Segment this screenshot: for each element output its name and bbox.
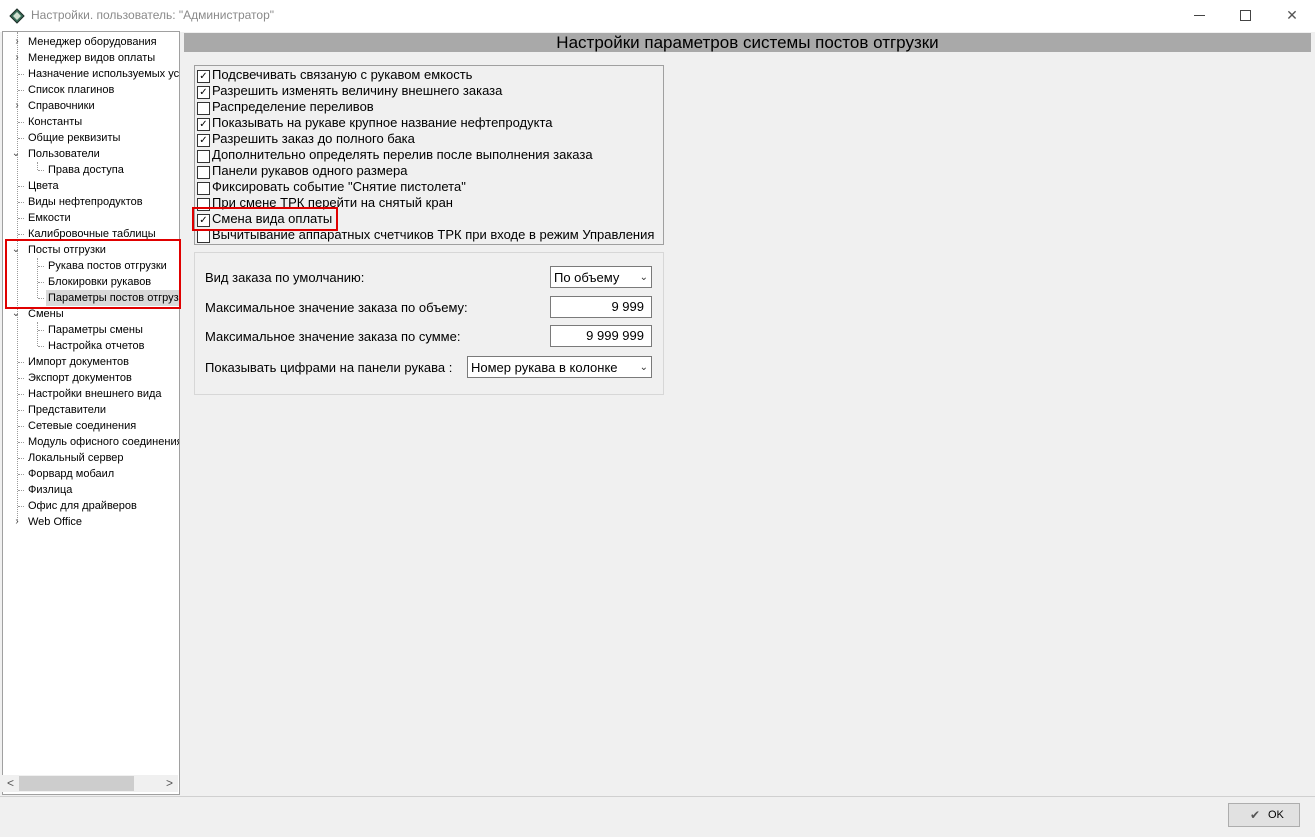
tree-item-import-documents[interactable]: Импорт документов [3,354,177,370]
checkbox[interactable] [197,102,210,115]
tree-item-appearance[interactable]: Настройки внешнего вида [3,386,177,402]
chevron-down-icon: ⌄ [639,362,648,373]
tree-item-fuel-types[interactable]: Виды нефтепродуктов [3,194,177,210]
checkmark-icon: ✔ [1250,808,1261,822]
scroll-left-icon[interactable]: < [2,775,19,792]
tree-item-local-server[interactable]: Локальный сервер [3,450,177,466]
max-volume-field[interactable]: 9 999 [550,296,652,318]
chevron-right-icon[interactable]: › [12,34,22,50]
max-volume-label: Максимальное значение заказа по объему: [205,300,468,315]
tree-item-device-assignment[interactable]: Назначение используемых уст [3,66,179,82]
checkbox[interactable] [197,118,210,131]
settings-tree[interactable]: › Менеджер оборудования › Менеджер видов… [2,31,180,795]
chevron-right-icon[interactable]: › [12,514,22,530]
tree-item-users[interactable]: ⌄ Пользователи [3,146,177,162]
tree-item-shift-parameters[interactable]: Параметры смены [3,322,177,338]
tree-item-individuals[interactable]: Физлица [3,482,177,498]
tree-item-access-rights[interactable]: Права доступа [3,162,177,178]
chevron-right-icon[interactable]: › [12,50,22,66]
maximize-button[interactable] [1223,0,1269,31]
app-icon [9,8,25,24]
checkbox[interactable] [197,134,210,147]
tree-item-tanks[interactable]: Емкости [3,210,177,226]
scrollbar-thumb[interactable] [19,776,134,791]
ok-button[interactable]: ✔ OK [1228,803,1300,827]
tree-item-forward-mobile[interactable]: Форвард мобаил [3,466,177,482]
chevron-down-icon[interactable]: ⌄ [11,146,21,162]
tree-item-export-documents[interactable]: Экспорт документов [3,370,177,386]
checkbox[interactable] [197,166,210,179]
page-title: Настройки параметров системы постов отгр… [184,33,1311,52]
max-sum-label: Максимальное значение заказа по сумме: [205,329,461,344]
panel-digits-select[interactable]: Номер рукава в колонке ⌄ [467,356,652,378]
minimize-button[interactable] [1177,0,1223,31]
tree-item-report-settings[interactable]: Настройка отчетов [3,338,177,354]
title-bar: Настройки. пользователь: "Администратор"… [0,0,1315,32]
tree-item-plugins[interactable]: Список плагинов [3,82,177,98]
checkbox[interactable] [197,230,210,243]
checkbox[interactable] [197,86,210,99]
tree-item-web-office[interactable]: › Web Office [3,514,177,530]
maximize-icon [1240,10,1251,21]
close-button[interactable]: ✕ [1269,0,1315,31]
tree-item-directories[interactable]: › Справочники [3,98,177,114]
scroll-right-icon[interactable]: > [161,775,178,792]
tree-item-constants[interactable]: Константы [3,114,177,130]
checkbox[interactable] [197,150,210,163]
order-type-label: Вид заказа по умолчанию: [205,270,365,285]
panel-digits-label: Показывать цифрами на панели рукава : [205,360,453,375]
tree-horizontal-scrollbar[interactable]: < > [2,775,178,792]
chevron-down-icon: ⌄ [639,272,648,283]
order-type-select[interactable]: По объему ⌄ [550,266,652,288]
checkbox[interactable] [197,182,210,195]
close-icon: ✕ [1286,7,1298,23]
max-sum-field[interactable]: 9 999 999 [550,325,652,347]
tree-item-equipment-manager[interactable]: › Менеджер оборудования [3,34,177,50]
tree-item-common-requisites[interactable]: Общие реквизиты [3,130,177,146]
highlight-box-option [192,207,338,231]
tree-item-network[interactable]: Сетевые соединения [3,418,177,434]
tree-item-colors[interactable]: Цвета [3,178,177,194]
tree-item-representatives[interactable]: Представители [3,402,177,418]
chevron-right-icon[interactable]: › [12,98,22,114]
tree-item-driver-office[interactable]: Офис для драйверов [3,498,177,514]
minimize-icon [1194,15,1205,16]
tree-item-payment-manager[interactable]: › Менеджер видов оплаты [3,50,177,66]
footer-divider [0,796,1315,797]
checkbox[interactable] [197,70,210,83]
highlight-box-tree [5,239,181,309]
tree-item-office-module[interactable]: Модуль офисного соединения [3,434,179,450]
window-title: Настройки. пользователь: "Администратор" [31,8,275,22]
